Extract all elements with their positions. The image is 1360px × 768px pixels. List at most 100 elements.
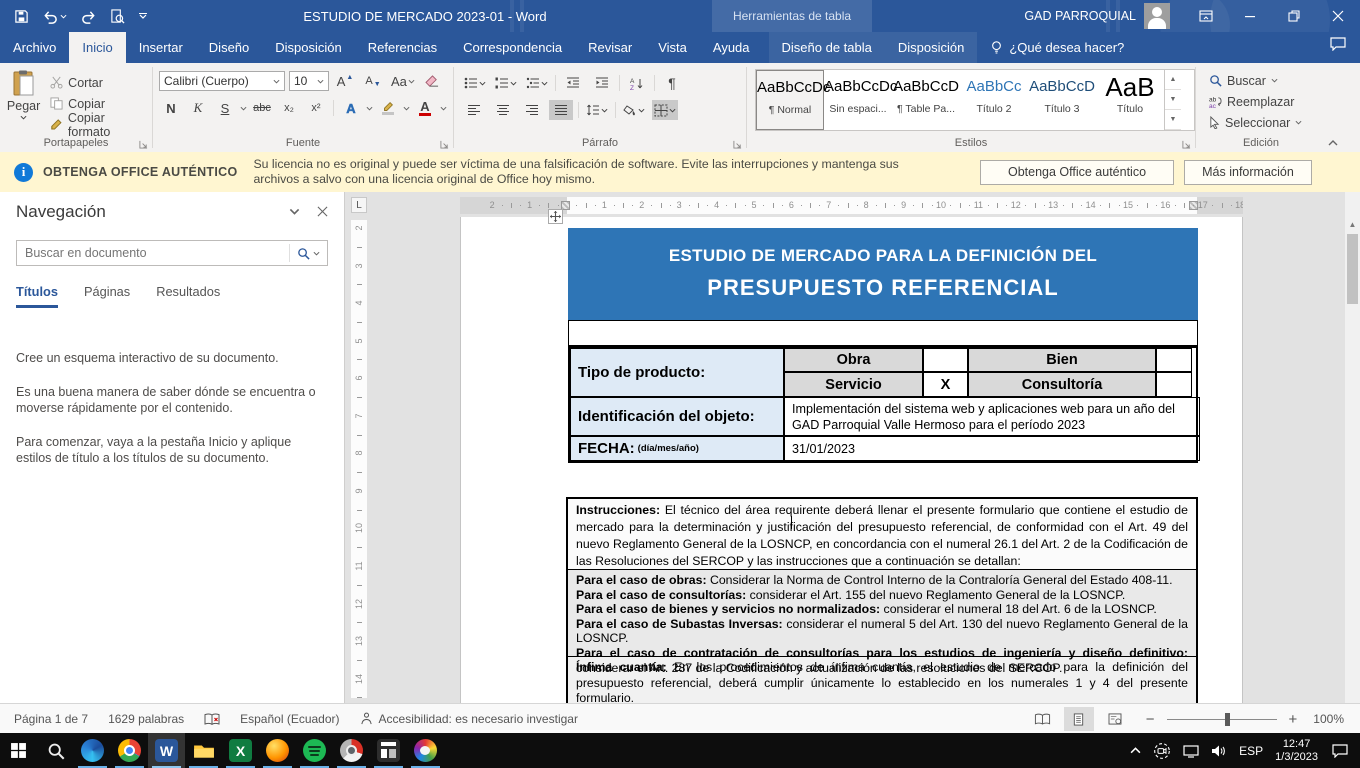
highlight-dropdown[interactable] (403, 106, 410, 111)
get-genuine-office-button[interactable]: Obtenga Office auténtico (980, 160, 1174, 185)
redo-button[interactable] (81, 9, 96, 24)
tab-disposicion[interactable]: Disposición (262, 32, 354, 63)
table-move-handle[interactable] (548, 209, 563, 224)
fecha-label[interactable]: FECHA:(día/mes/año) (570, 436, 784, 461)
proofing-errors-icon[interactable] (204, 713, 220, 725)
clear-formatting-button[interactable] (421, 71, 445, 91)
text-effects-button[interactable]: A (339, 98, 363, 118)
save-button[interactable] (14, 9, 29, 24)
grow-font-button[interactable]: A▲ (333, 71, 357, 91)
start-button[interactable] (0, 733, 37, 768)
decrease-indent-button[interactable] (561, 73, 585, 93)
restore-button[interactable] (1272, 0, 1316, 32)
page-indicator[interactable]: Página 1 de 7 (14, 712, 88, 726)
styles-scroll-down[interactable]: ▼ (1165, 90, 1181, 110)
ribbon-display-options-button[interactable] (1184, 0, 1228, 32)
customize-qat-button[interactable] (139, 13, 147, 19)
italic-button[interactable]: K (186, 98, 210, 118)
taskbar-search-icon[interactable] (37, 733, 74, 768)
format-painter-button[interactable]: Copiar formato (47, 114, 152, 135)
taskbar-explorer-icon[interactable] (185, 733, 222, 768)
borders-button[interactable] (652, 100, 678, 120)
option-bien-mark[interactable] (1156, 348, 1192, 372)
tray-chevron-icon[interactable] (1130, 747, 1141, 754)
tab-diseno-de-tabla[interactable]: Diseño de tabla (769, 32, 885, 63)
styles-more-button[interactable]: ▼ (1165, 110, 1181, 130)
account-name[interactable]: GAD PARROQUIAL (1024, 9, 1136, 23)
zoom-slider-handle[interactable] (1225, 713, 1230, 726)
underline-dropdown[interactable] (240, 106, 247, 111)
find-button[interactable]: Buscar (1206, 70, 1326, 91)
highlight-button[interactable] (376, 98, 400, 118)
taskbar-calculator-icon[interactable] (370, 733, 407, 768)
strikethrough-button[interactable]: abc (250, 98, 274, 118)
scroll-up-arrow[interactable]: ▲ (1345, 217, 1360, 232)
option-consultoria[interactable]: Consultoría (968, 372, 1156, 397)
nav-tab-paginas[interactable]: Páginas (84, 284, 130, 308)
bold-button[interactable]: N (159, 98, 183, 118)
nav-pane-options-icon[interactable] (289, 208, 300, 215)
option-servicio-mark[interactable]: X (923, 372, 968, 397)
meet-now-camera-icon[interactable] (1153, 743, 1171, 759)
accessibility-icon[interactable] (360, 712, 373, 725)
tab-inicio[interactable]: Inicio (69, 32, 125, 63)
doc-title-block[interactable]: ESTUDIO DE MERCADO PARA LA DEFINICIÓN DE… (568, 228, 1198, 320)
accessibility-status[interactable]: Accesibilidad: es necesario investigar (379, 712, 578, 726)
zoom-level[interactable]: 100% (1313, 712, 1344, 726)
font-color-button[interactable]: A (413, 98, 437, 118)
option-servicio[interactable]: Servicio (784, 372, 923, 397)
style-titulo[interactable]: AaBTítulo (1096, 70, 1164, 130)
web-layout-button[interactable] (1100, 707, 1130, 731)
tab-insertar[interactable]: Insertar (126, 32, 196, 63)
text-effects-dropdown[interactable] (366, 106, 373, 111)
tray-clock[interactable]: 12:471/3/2023 (1275, 738, 1318, 764)
increase-indent-button[interactable] (590, 73, 614, 93)
option-consultoria-mark[interactable] (1156, 372, 1192, 397)
network-icon[interactable] (1183, 744, 1199, 758)
line-spacing-button[interactable] (584, 100, 610, 120)
superscript-button[interactable]: x² (304, 98, 328, 118)
style-table-paragraph[interactable]: AaBbCcD¶ Table Pa... (892, 70, 960, 130)
instructions-table[interactable]: Instrucciones: El técnico del área requi… (566, 497, 1198, 703)
language-indicator[interactable]: Español (Ecuador) (240, 712, 339, 726)
tab-referencias[interactable]: Referencias (355, 32, 450, 63)
underline-button[interactable]: S (213, 98, 237, 118)
styles-scroll-up[interactable]: ▲ (1165, 70, 1181, 90)
zoom-in-button[interactable]: + (1289, 711, 1298, 728)
option-bien[interactable]: Bien (968, 348, 1156, 372)
style-titulo-2[interactable]: AaBbCcTítulo 2 (960, 70, 1028, 130)
avatar[interactable] (1144, 3, 1170, 29)
tab-vista[interactable]: Vista (645, 32, 700, 63)
cases-section[interactable]: Para el caso de obras: Considerar la Nor… (568, 570, 1196, 657)
taskbar-firefox-icon[interactable] (259, 733, 296, 768)
tab-disposicion-tabla[interactable]: Disposición (885, 32, 977, 63)
shading-button[interactable] (621, 100, 647, 120)
sort-button[interactable] (625, 73, 649, 93)
option-obra[interactable]: Obra (784, 348, 923, 372)
empty-table-row[interactable] (568, 320, 1198, 346)
object-label[interactable]: Identificación del objeto: (570, 397, 784, 436)
nav-tab-titulos[interactable]: Títulos (16, 284, 58, 308)
align-right-button[interactable] (520, 100, 544, 120)
read-mode-button[interactable] (1028, 707, 1058, 731)
font-color-dropdown[interactable] (440, 106, 447, 111)
option-obra-mark[interactable] (923, 348, 968, 372)
undo-button[interactable] (43, 9, 67, 24)
tell-me-box[interactable]: ¿Qué desea hacer? (977, 32, 1138, 63)
multilevel-list-button[interactable] (524, 73, 550, 93)
align-center-button[interactable] (491, 100, 515, 120)
style-titulo-3[interactable]: AaBbCcDTítulo 3 (1028, 70, 1096, 130)
print-preview-button[interactable] (110, 9, 125, 24)
search-input[interactable] (17, 246, 289, 260)
close-button[interactable] (1316, 0, 1360, 32)
shrink-font-button[interactable]: A▼ (361, 71, 385, 91)
clipboard-dialog-launcher[interactable] (139, 140, 148, 149)
font-dialog-launcher[interactable] (440, 140, 449, 149)
zoom-out-button[interactable]: − (1146, 711, 1155, 728)
print-layout-button[interactable] (1064, 707, 1094, 731)
cut-button[interactable]: Cortar (47, 72, 152, 93)
style-normal[interactable]: AaBbCcDc¶ Normal (756, 70, 824, 130)
show-marks-button[interactable]: ¶ (660, 73, 684, 93)
language-tray[interactable]: ESP (1239, 744, 1263, 758)
taskbar-word-icon[interactable]: W (148, 733, 185, 768)
